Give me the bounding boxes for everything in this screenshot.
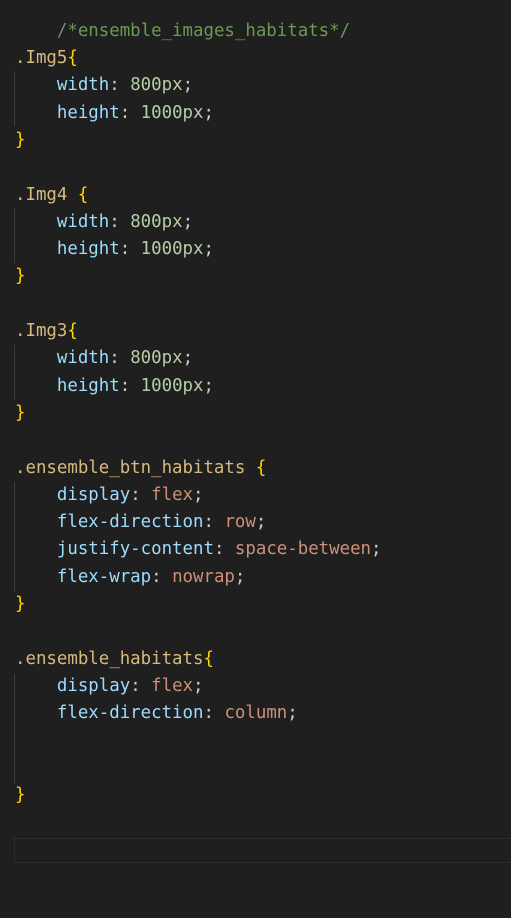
css-property: height bbox=[56, 102, 120, 123]
css-value: column bbox=[224, 703, 288, 724]
css-value: row bbox=[224, 512, 256, 533]
css-property: height bbox=[56, 375, 120, 396]
code-line[interactable]: width: 800px; bbox=[15, 209, 193, 236]
open-brace: { bbox=[67, 48, 78, 68]
close-brace: } bbox=[15, 402, 26, 423]
css-value: 1000px bbox=[140, 239, 204, 260]
colon: : bbox=[109, 211, 131, 232]
close-brace: } bbox=[15, 594, 26, 614]
code-line[interactable]: flex-direction: column; bbox=[15, 700, 298, 727]
semicolon: ; bbox=[287, 703, 298, 724]
css-property: justify-content bbox=[56, 539, 214, 560]
colon: : bbox=[119, 239, 141, 260]
code-line[interactable]: } bbox=[15, 127, 25, 154]
colon: : bbox=[151, 566, 173, 587]
semicolon: ; bbox=[371, 539, 382, 560]
code-line[interactable]: .Img5{ bbox=[15, 45, 78, 72]
css-value: nowrap bbox=[172, 566, 235, 587]
css-value: 800px bbox=[130, 211, 183, 232]
css-property: width bbox=[56, 75, 110, 96]
code-line[interactable]: display: flex; bbox=[15, 482, 204, 509]
code-line[interactable]: height: 1000px; bbox=[15, 100, 214, 127]
css-property: flex-direction bbox=[56, 703, 204, 724]
close-brace: } bbox=[15, 785, 26, 806]
css-value: 800px bbox=[130, 75, 183, 96]
css-property: width bbox=[56, 211, 110, 232]
code-line[interactable]: display: flex; bbox=[15, 673, 204, 700]
colon: : bbox=[109, 348, 131, 369]
css-value: space-between bbox=[234, 539, 372, 560]
colon: : bbox=[203, 703, 225, 724]
semicolon: ; bbox=[255, 512, 267, 533]
css-value: flex bbox=[151, 484, 194, 505]
code-line[interactable]: } bbox=[15, 782, 25, 809]
css-selector: .ensemble_habitats bbox=[15, 648, 204, 669]
close-brace: } bbox=[15, 129, 26, 150]
css-property: display bbox=[56, 675, 131, 696]
semicolon: ; bbox=[203, 239, 214, 260]
semicolon: ; bbox=[182, 211, 194, 232]
code-line[interactable]: height: 1000px; bbox=[15, 236, 214, 263]
code-line[interactable]: .ensemble_btn_habitats { bbox=[15, 455, 266, 482]
colon: : bbox=[213, 539, 235, 560]
css-property: height bbox=[56, 239, 120, 260]
css-comment: /*ensemble_images_habitats*/ bbox=[56, 20, 351, 41]
open-brace: { bbox=[77, 184, 89, 205]
css-value: 1000px bbox=[140, 375, 204, 396]
css-property: display bbox=[56, 484, 131, 505]
colon: : bbox=[109, 75, 131, 96]
css-selector: .Img3 bbox=[15, 321, 68, 341]
css-property: width bbox=[56, 348, 110, 369]
colon: : bbox=[119, 375, 141, 396]
code-line[interactable]: height: 1000px; bbox=[15, 373, 214, 400]
code-editor[interactable]: /*ensemble_images_habitats*/ .Img5{ widt… bbox=[0, 0, 511, 918]
colon: : bbox=[119, 102, 141, 123]
css-selector: .ensemble_btn_habitats bbox=[15, 457, 256, 478]
css-property: flex-wrap bbox=[56, 566, 152, 587]
close-brace: } bbox=[15, 266, 26, 287]
code-line[interactable]: } bbox=[15, 263, 25, 290]
open-brace: { bbox=[67, 321, 78, 341]
semicolon: ; bbox=[234, 566, 246, 587]
semicolon: ; bbox=[203, 375, 214, 396]
code-line[interactable]: } bbox=[15, 591, 25, 618]
semicolon: ; bbox=[182, 348, 194, 369]
code-line[interactable]: flex-direction: row; bbox=[15, 509, 266, 536]
colon: : bbox=[130, 675, 152, 696]
css-selector: .Img5 bbox=[15, 48, 68, 68]
open-brace: { bbox=[203, 648, 214, 669]
semicolon: ; bbox=[182, 75, 194, 96]
css-value: flex bbox=[151, 675, 194, 696]
css-property: flex-direction bbox=[56, 512, 204, 533]
code-line[interactable]: width: 800px; bbox=[15, 345, 193, 372]
semicolon: ; bbox=[193, 675, 204, 696]
code-line[interactable]: /*ensemble_images_habitats*/ bbox=[15, 0, 350, 41]
current-line-highlight[interactable] bbox=[14, 838, 511, 863]
css-value: 800px bbox=[130, 348, 183, 369]
semicolon: ; bbox=[203, 102, 214, 123]
code-line[interactable]: width: 800px; bbox=[15, 72, 193, 99]
code-line[interactable]: .Img4 { bbox=[15, 182, 88, 209]
colon: : bbox=[130, 484, 152, 505]
code-line[interactable]: } bbox=[15, 400, 25, 427]
colon: : bbox=[203, 512, 225, 533]
css-selector: .Img4 bbox=[15, 184, 78, 205]
semicolon: ; bbox=[193, 484, 204, 505]
code-line[interactable]: flex-wrap: nowrap; bbox=[15, 564, 246, 591]
code-line[interactable]: .Img3{ bbox=[15, 318, 78, 345]
css-value: 1000px bbox=[140, 102, 204, 123]
code-line[interactable]: .ensemble_habitats{ bbox=[15, 646, 214, 673]
open-brace: { bbox=[255, 457, 267, 478]
code-line[interactable]: justify-content: space-between; bbox=[15, 536, 382, 563]
